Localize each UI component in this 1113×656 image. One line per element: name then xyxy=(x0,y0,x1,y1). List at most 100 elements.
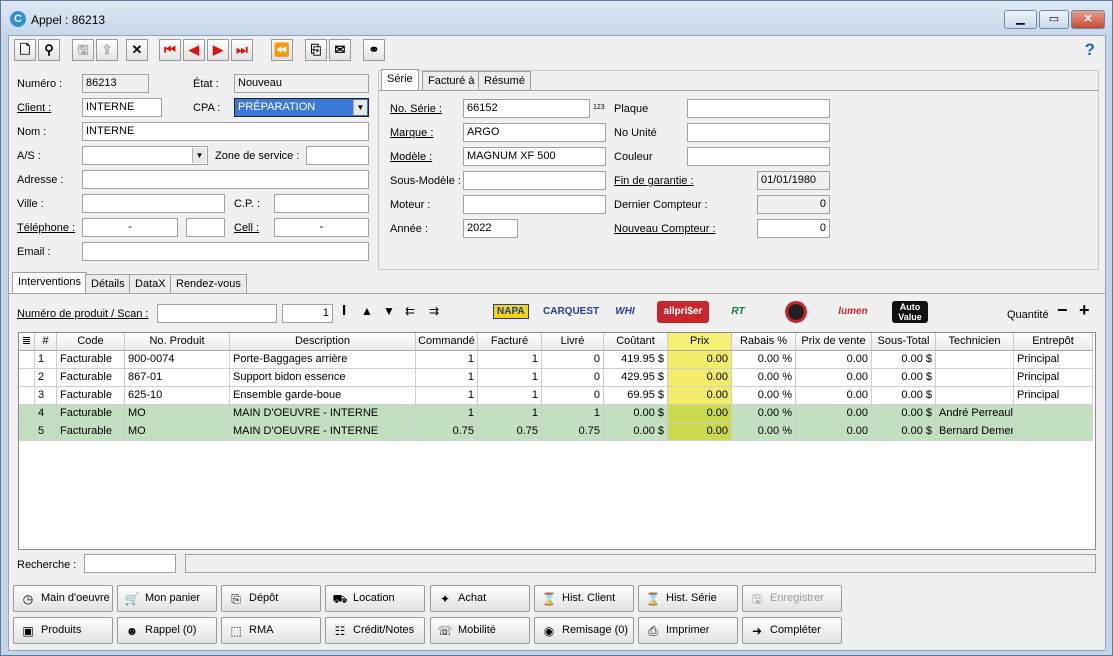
nouveau-compteur-label[interactable]: Nouveau Compteur : xyxy=(614,223,716,235)
cell-sous-total[interactable]: 0.00 $ xyxy=(872,405,936,423)
cell-code[interactable]: Facturable xyxy=(57,351,125,369)
cell-rabais[interactable]: 0.00 % xyxy=(732,405,796,423)
column-header-livre[interactable]: Livré xyxy=(542,333,604,351)
cell-rabais[interactable]: 0.00 % xyxy=(732,369,796,387)
supplier-whi-logo[interactable]: WHI xyxy=(604,301,646,323)
cell-no-produit[interactable]: MO xyxy=(125,405,230,423)
supplier-autovalue-logo[interactable]: Auto Value xyxy=(892,301,928,323)
text-cursor-icon[interactable]: I xyxy=(342,302,346,319)
split-right-icon[interactable]: ⇉ xyxy=(429,304,439,318)
close-window-button[interactable]: ✕ xyxy=(1071,10,1105,29)
cell-commande[interactable]: 0.75 xyxy=(416,423,478,441)
save-disk-icon[interactable]: 🖫 xyxy=(72,39,94,61)
main-d-oeuvre-button[interactable]: ◷ Main d'oeuvre xyxy=(13,585,113,612)
cell-code[interactable]: Facturable xyxy=(57,405,125,423)
cell-prix-de-vente[interactable]: 0.00 xyxy=(796,423,872,441)
telephone-ext-field[interactable] xyxy=(186,218,225,237)
cell-sous-total[interactable]: 0.00 $ xyxy=(872,369,936,387)
supplier-allpriser-logo[interactable]: allpri$er xyxy=(657,301,709,323)
cell-description[interactable]: Porte-Baggages arrière xyxy=(230,351,416,369)
cell-code[interactable]: Facturable xyxy=(57,423,125,441)
tab-resume[interactable]: Résumé xyxy=(478,71,531,90)
tab-interventions[interactable]: Interventions xyxy=(12,272,87,293)
modele-label[interactable]: Modèle : xyxy=(390,151,432,163)
cell-row-number[interactable]: 1 xyxy=(35,351,57,369)
mobilit-button[interactable]: ☏ Mobilité xyxy=(430,617,530,644)
column-header-rabais[interactable]: Rabais % xyxy=(732,333,796,351)
cell-technicien[interactable] xyxy=(936,387,1014,405)
column-header-description[interactable]: Description xyxy=(230,333,416,351)
cell-row-selector[interactable] xyxy=(19,423,35,441)
as-select[interactable]: ▼ xyxy=(82,146,208,165)
tab-details[interactable]: Détails xyxy=(85,274,131,293)
cell-commande[interactable]: 1 xyxy=(416,387,478,405)
adresse-field[interactable] xyxy=(82,170,369,189)
remisage-0-button[interactable]: ◉ Remisage (0) xyxy=(534,617,634,644)
cell-code[interactable]: Facturable xyxy=(57,387,125,405)
column-header-entrepot[interactable]: Entrepôt xyxy=(1014,333,1093,351)
supplier-rt-logo[interactable]: RT xyxy=(724,301,752,323)
cell-entrepot[interactable]: Principal xyxy=(1014,351,1093,369)
cell-description[interactable]: Ensemble garde-boue xyxy=(230,387,416,405)
cell-technicien[interactable] xyxy=(936,351,1014,369)
cell-commande[interactable]: 1 xyxy=(416,369,478,387)
d-p-t-button[interactable]: ⎘ Dépôt xyxy=(221,585,321,612)
cell-commande[interactable]: 1 xyxy=(416,405,478,423)
client-field[interactable]: INTERNE xyxy=(82,98,162,117)
cell-commande[interactable]: 1 xyxy=(416,351,478,369)
cell-facture[interactable]: 1 xyxy=(478,351,542,369)
column-header-sous-total[interactable]: Sous-Total xyxy=(872,333,936,351)
cpa-select[interactable]: PRÉPARATION ▼ xyxy=(234,98,369,117)
cell-rabais[interactable]: 0.00 % xyxy=(732,351,796,369)
attachment-paperclip-icon[interactable]: ⚭ xyxy=(363,39,385,61)
first-record-icon[interactable]: ⏮ xyxy=(159,39,181,61)
mon-panier-button[interactable]: 🛒 Mon panier xyxy=(117,585,217,612)
cell-code[interactable]: Facturable xyxy=(57,369,125,387)
minus-icon[interactable]: − xyxy=(1057,300,1068,321)
cell-prix[interactable]: 0.00 xyxy=(668,369,732,387)
export-icon[interactable]: ⇪ xyxy=(96,39,118,61)
cell-row-selector[interactable] xyxy=(19,405,35,423)
split-left-icon[interactable]: ⇇ xyxy=(405,304,415,318)
tab-datax[interactable]: DataX xyxy=(129,274,172,293)
nom-field[interactable]: INTERNE xyxy=(82,122,369,141)
cr-dit-notes-button[interactable]: ☷ Crédit/Notes xyxy=(325,617,425,644)
cell-entrepot[interactable]: Principal xyxy=(1014,387,1093,405)
cell-no-produit[interactable]: MO xyxy=(125,423,230,441)
cell-prix[interactable]: 0.00 xyxy=(668,351,732,369)
produits-button[interactable]: ▣ Produits xyxy=(13,617,113,644)
ville-field[interactable] xyxy=(82,194,225,213)
plaque-field[interactable] xyxy=(687,99,830,118)
cell-prix[interactable]: 0.00 xyxy=(668,423,732,441)
no-serie-field[interactable]: 66152 xyxy=(463,99,590,118)
imprimer-button[interactable]: ⎙ Imprimer xyxy=(638,617,738,644)
column-header-coutant[interactable]: Coûtant xyxy=(604,333,668,351)
cell-livre[interactable]: 1 xyxy=(542,405,604,423)
cell-livre[interactable]: 0 xyxy=(542,369,604,387)
cell-entrepot[interactable] xyxy=(1014,405,1093,423)
cell-facture[interactable]: 1 xyxy=(478,405,542,423)
column-header-row-selector[interactable]: ≣ xyxy=(19,333,35,351)
cell-row-number[interactable]: 3 xyxy=(35,387,57,405)
rma-button[interactable]: ⬚ RMA xyxy=(221,617,321,644)
column-header-facture[interactable]: Facturé xyxy=(478,333,542,351)
binoculars-search-icon[interactable]: ⚲ xyxy=(38,39,60,61)
couleur-field[interactable] xyxy=(687,147,830,166)
cell-prix[interactable]: 0.00 xyxy=(668,405,732,423)
column-header-row-number[interactable]: # xyxy=(35,333,57,351)
cell-sous-total[interactable]: 0.00 $ xyxy=(872,351,936,369)
rewind-icon[interactable]: ⏪ xyxy=(271,39,293,61)
cell-description[interactable]: MAIN D'OEUVRE - INTERNE xyxy=(230,405,416,423)
cell-facture[interactable]: 1 xyxy=(478,369,542,387)
tab-serie[interactable]: Série xyxy=(381,69,419,90)
fin-garantie-label[interactable]: Fin de garantie : xyxy=(614,175,694,187)
cell-technicien[interactable]: André Perreault xyxy=(936,405,1014,423)
tab-facture-a[interactable]: Facturé à xyxy=(422,71,481,90)
column-header-commande[interactable]: Commandé xyxy=(416,333,478,351)
cell-no-produit[interactable]: 867-01 xyxy=(125,369,230,387)
supplier-carquest-logo[interactable]: CARQUEST xyxy=(543,301,599,323)
next-record-icon[interactable]: ▶ xyxy=(207,39,229,61)
plus-icon[interactable]: + xyxy=(1079,300,1090,321)
marque-label[interactable]: Marque : xyxy=(390,127,433,139)
no-serie-label[interactable]: No. Série : xyxy=(390,103,442,115)
